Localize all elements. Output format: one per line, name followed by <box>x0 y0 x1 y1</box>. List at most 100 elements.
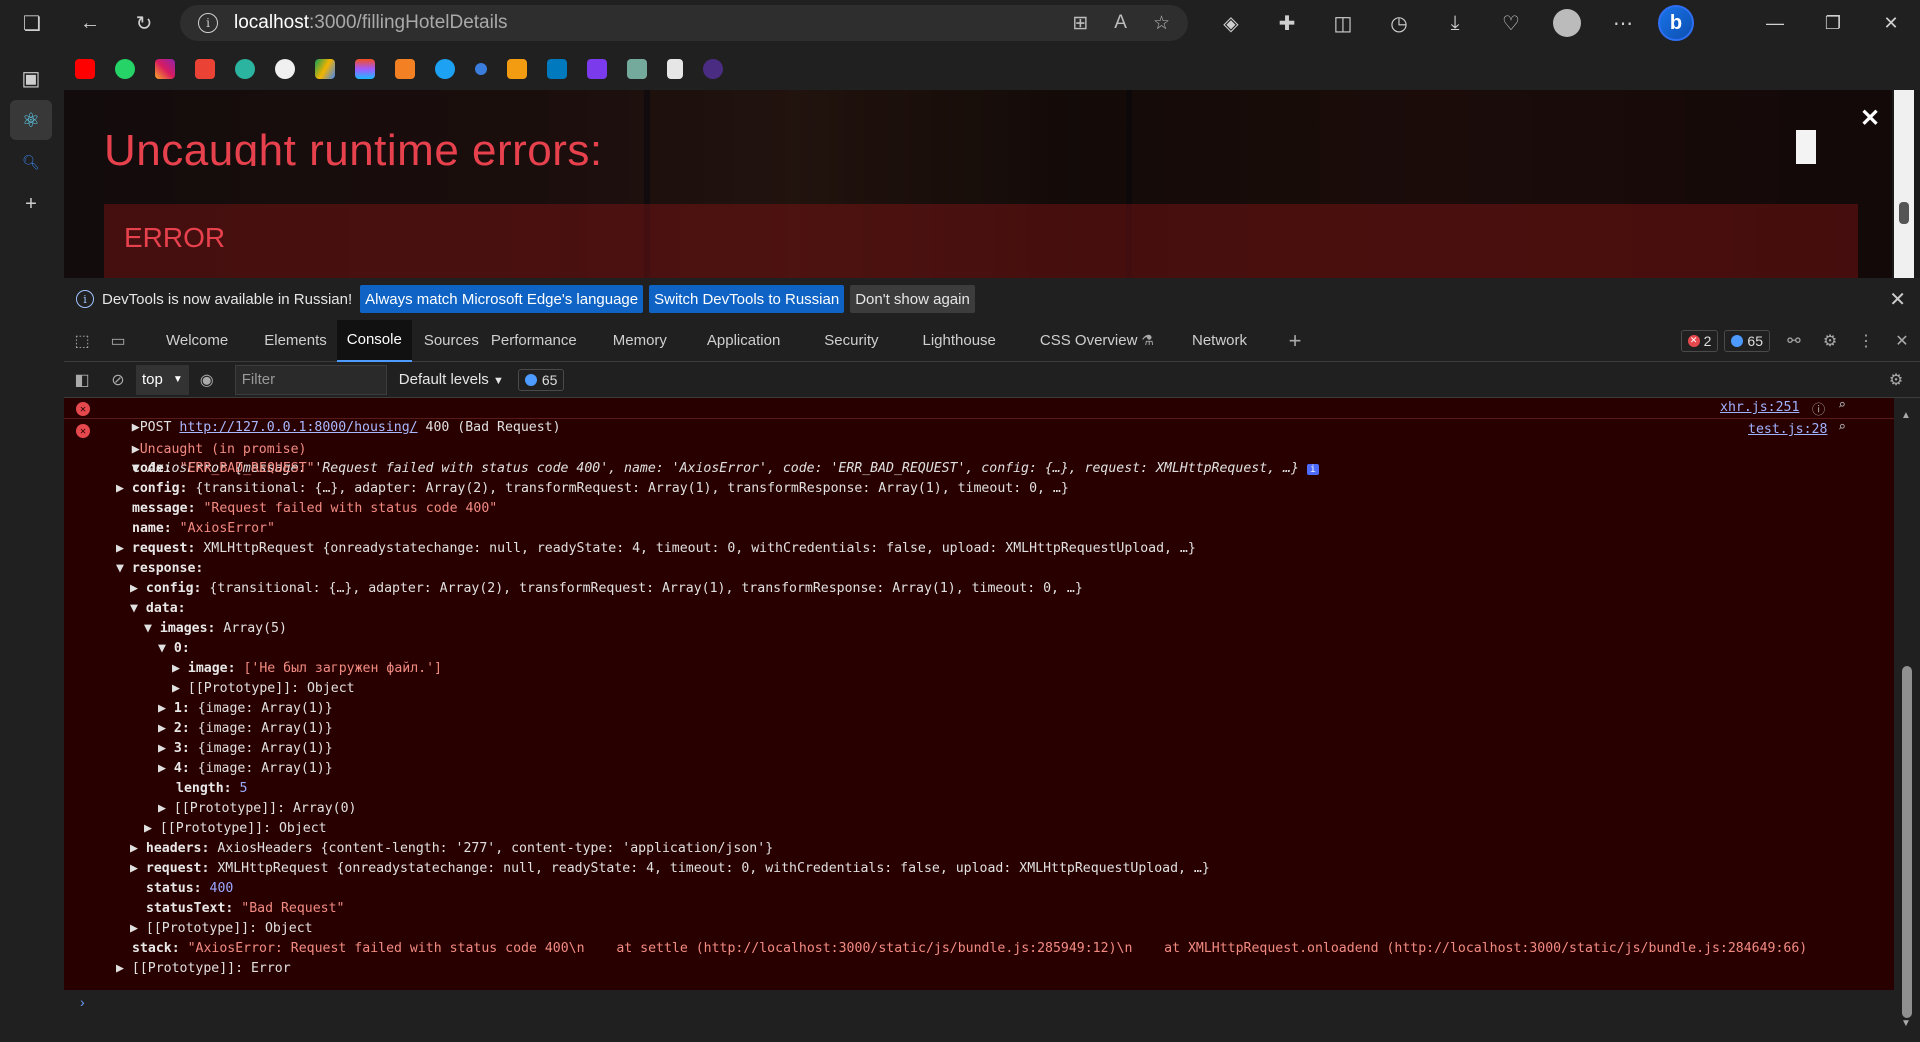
github-icon[interactable] <box>275 59 295 79</box>
console-settings-gear-icon[interactable]: ⚙ <box>1878 362 1914 398</box>
console-scrollbar[interactable]: ▲ ▼ <box>1894 398 1920 1042</box>
refresh-icon[interactable]: ↻ <box>124 3 164 43</box>
profile-avatar[interactable] <box>1546 3 1588 43</box>
live-expression-eye-icon[interactable]: ◉ <box>189 362 225 398</box>
tab-lighthouse[interactable]: Lighthouse <box>922 320 1039 362</box>
prop-prototype-array[interactable]: ▶ [[Prototype]]: Array(0) <box>158 799 357 819</box>
prop-data-prototype[interactable]: ▶ [[Prototype]]: Object <box>144 819 327 839</box>
search-icon[interactable]: ⌕ <box>1838 420 1846 435</box>
search-bookmark-icon[interactable] <box>475 63 487 75</box>
match-language-button[interactable]: Always match Microsoft Edge's language <box>360 285 644 313</box>
tab-security[interactable]: Security <box>824 320 922 362</box>
prop-data[interactable]: ▼ data: <box>130 599 186 619</box>
performance-icon[interactable]: ♡ <box>1490 3 1532 43</box>
prop-request[interactable]: ▶ request: XMLHttpRequest {onreadystatec… <box>116 539 1196 559</box>
split-screen-icon[interactable]: ◫ <box>1322 3 1364 43</box>
more-menu-icon[interactable]: ⋯ <box>1602 3 1644 43</box>
info-badge-icon[interactable]: i <box>1306 464 1319 475</box>
youtube-icon[interactable] <box>75 59 95 79</box>
inspect-element-icon[interactable]: ⬚ <box>64 320 100 362</box>
workspaces-icon[interactable]: ❏ <box>12 3 52 43</box>
axios-error-summary[interactable]: ▼ AxiosError {message: 'Request failed w… <box>100 439 1319 476</box>
prop-prototype-object[interactable]: ▶ [[Prototype]]: Object <box>172 679 355 699</box>
tab-application[interactable]: Application <box>707 320 824 362</box>
prop-error-prototype[interactable]: ▶ [[Prototype]]: Error <box>116 959 291 979</box>
prop-images-2[interactable]: ▶ 2: {image: Array(1)} <box>158 719 333 739</box>
page-scrollbar[interactable] <box>1894 90 1914 278</box>
scroll-up-icon[interactable]: ▲ <box>1901 410 1911 421</box>
prop-response-config[interactable]: ▶ config: {transitional: {…}, adapter: A… <box>130 579 1083 599</box>
react-tab-icon[interactable]: ⚛ <box>10 100 52 140</box>
bookmark-icon-14[interactable] <box>587 59 607 79</box>
dont-show-again-button[interactable]: Don't show again <box>850 285 975 313</box>
source-link-test[interactable]: test.js:28 <box>1748 422 1827 437</box>
twitter-icon[interactable] <box>435 59 455 79</box>
scroll-down-icon[interactable]: ▼ <box>1901 1018 1911 1029</box>
favorite-star-icon[interactable]: ☆ <box>1153 12 1170 35</box>
prop-headers[interactable]: ▶ headers: AxiosHeaders {content-length:… <box>130 839 773 859</box>
tab-actions-icon[interactable]: ▣ <box>10 58 52 98</box>
tab-elements[interactable]: Elements <box>254 320 337 362</box>
instagram-icon[interactable] <box>155 59 175 79</box>
chatgpt-icon[interactable] <box>627 59 647 79</box>
bookmark-icon-5[interactable] <box>235 59 255 79</box>
stackoverflow-icon[interactable] <box>395 59 415 79</box>
tab-sources[interactable]: Sources <box>412 320 491 362</box>
history-icon[interactable]: ◷ <box>1378 3 1420 43</box>
search-icon[interactable]: ⌕ <box>1838 398 1846 413</box>
sidebar-toggle-icon[interactable]: ◧ <box>64 362 100 398</box>
copilot-icon[interactable]: b <box>1658 5 1694 41</box>
more-tabs-plus-icon[interactable]: + <box>1277 320 1313 362</box>
prop-images-4[interactable]: ▶ 4: {image: Array(1)} <box>158 759 333 779</box>
search-tab-icon[interactable]: 🔍︎ <box>10 142 52 182</box>
tab-css-overview[interactable]: CSS Overview <box>1040 320 1142 362</box>
tab-console[interactable]: Console <box>336 319 412 362</box>
gmail-icon[interactable] <box>195 59 215 79</box>
settings-gear-icon[interactable]: ⚙ <box>1812 320 1848 362</box>
minimize-icon[interactable]: — <box>1746 0 1804 46</box>
extensions-icon[interactable]: ✚ <box>1266 3 1308 43</box>
error-count-badge[interactable]: ✕ 2 <box>1680 329 1719 352</box>
source-link-xhr[interactable]: xhr.js:251 <box>1720 400 1799 415</box>
close-overlay-icon[interactable]: ✕ <box>1860 104 1880 133</box>
new-tab-icon[interactable]: + <box>10 184 52 224</box>
connect-device-icon[interactable]: ⚯ <box>1776 320 1812 362</box>
message-count-badge[interactable]: 65 <box>1724 329 1770 352</box>
tab-welcome[interactable]: Welcome <box>136 320 254 362</box>
issues-count-badge[interactable]: 65 <box>517 368 565 391</box>
prop-images[interactable]: ▼ images: Array(5) <box>144 619 287 639</box>
device-emulation-icon[interactable]: ▭ <box>100 320 136 362</box>
tab-memory[interactable]: Memory <box>613 320 707 362</box>
prop-response-request[interactable]: ▶ request: XMLHttpRequest {onreadystatec… <box>130 859 1210 879</box>
prop-images-3[interactable]: ▶ 3: {image: Array(1)} <box>158 739 333 759</box>
log-levels-dropdown[interactable]: Default levels ▼ <box>399 371 504 388</box>
tab-network[interactable]: Network <box>1192 320 1277 362</box>
app-available-icon[interactable]: ⊞ <box>1072 12 1088 35</box>
prop-images-1[interactable]: ▶ 1: {image: Array(1)} <box>158 699 333 719</box>
scrollbar-thumb[interactable] <box>1902 666 1912 1018</box>
read-aloud-icon[interactable]: A <box>1114 12 1127 35</box>
close-window-icon[interactable]: ✕ <box>1862 0 1920 46</box>
context-selector[interactable]: top ▼ <box>136 364 189 395</box>
bookmark-icon-12[interactable] <box>507 59 527 79</box>
google-drive-icon[interactable] <box>315 59 335 79</box>
prop-response-prototype[interactable]: ▶ [[Prototype]]: Object <box>130 919 313 939</box>
filter-input[interactable]: Filter <box>234 364 387 395</box>
overlay-scrollbar[interactable] <box>1796 130 1816 164</box>
switch-language-button[interactable]: Switch DevTools to Russian <box>649 285 845 313</box>
close-devtools-icon[interactable]: ✕ <box>1884 320 1920 362</box>
restore-icon[interactable]: ❐ <box>1804 0 1862 46</box>
prop-images-0[interactable]: ▼ 0: <box>158 639 190 659</box>
clear-console-icon[interactable]: ⊘ <box>100 362 136 398</box>
more-options-icon[interactable]: ⋮ <box>1848 320 1884 362</box>
bookmark-icon-17[interactable] <box>703 59 723 79</box>
address-bar[interactable]: i localhost:3000/fillingHotelDetails ⊞ A… <box>180 5 1188 41</box>
tab-performance[interactable]: Performance <box>491 320 613 362</box>
figma-icon[interactable] <box>355 59 375 79</box>
console-input-area[interactable]: › <box>64 990 1894 1042</box>
document-icon[interactable] <box>667 59 683 79</box>
back-icon[interactable]: ← <box>70 3 110 43</box>
whatsapp-icon[interactable] <box>115 59 135 79</box>
network-info-icon[interactable]: ⓘ <box>1812 399 1825 418</box>
prop-response[interactable]: ▼ response: <box>116 559 203 579</box>
